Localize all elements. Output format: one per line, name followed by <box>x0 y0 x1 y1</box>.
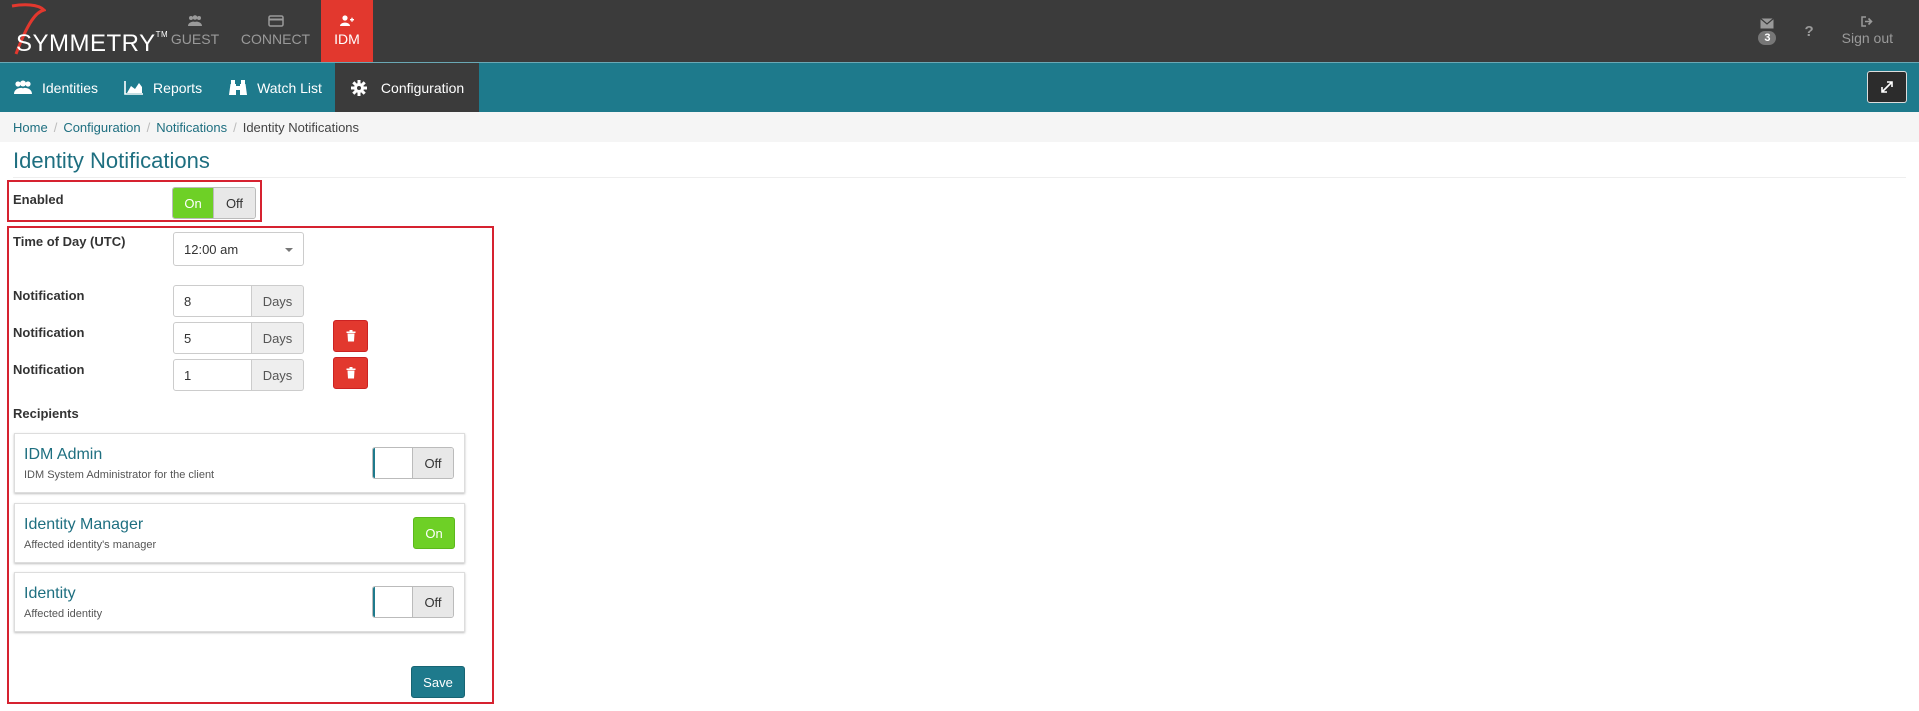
recipient-toggle-identity[interactable]: Off <box>372 586 454 618</box>
nav-connect-label: CONNECT <box>240 31 311 47</box>
notification-input-group: Days <box>173 322 304 354</box>
help-button[interactable]: ? <box>1790 0 1827 62</box>
notification-days-input[interactable] <box>173 359 252 391</box>
toggle-off[interactable]: Off <box>413 587 453 617</box>
toggle-blank[interactable] <box>373 587 413 617</box>
subnav-reports-label: Reports <box>153 79 203 96</box>
binoculars-icon <box>229 80 248 95</box>
recipient-name: IDM Admin <box>24 446 103 463</box>
envelope-icon <box>1760 17 1775 28</box>
section-nav: Identities Reports Watch List Configurat… <box>0 62 1919 112</box>
trash-icon <box>346 330 355 342</box>
delete-notification-button[interactable] <box>333 320 368 352</box>
time-of-day-label: Time of Day (UTC) <box>13 234 126 249</box>
area-chart-icon <box>124 81 144 95</box>
nav-guest-label: GUEST <box>170 31 220 47</box>
enabled-toggle[interactable]: On Off <box>172 187 256 219</box>
notification-days-input[interactable] <box>173 322 252 354</box>
recipients-label: Recipients <box>13 406 79 421</box>
recipient-card-identity: Identity Affected identity Off <box>14 572 465 632</box>
sign-out-icon <box>1861 16 1873 27</box>
gear-icon <box>350 79 367 96</box>
subnav-reports[interactable]: Reports <box>111 63 215 112</box>
card-icon <box>267 15 284 27</box>
expand-icon <box>1881 81 1893 93</box>
notification-days-input[interactable] <box>173 285 252 317</box>
breadcrumb-configuration[interactable]: Configuration <box>63 120 140 135</box>
messages-badge: 3 <box>1758 30 1777 45</box>
notification-input-group: Days <box>173 359 304 391</box>
top-bar: SYMMETRYTM GUEST CONNECT IDM 3 ? Sign ou… <box>0 0 1919 62</box>
nav-guest[interactable]: GUEST <box>160 0 230 62</box>
days-addon: Days <box>252 285 304 317</box>
notification-label: Notification <box>13 288 85 303</box>
messages-button[interactable]: 3 <box>1744 0 1790 62</box>
breadcrumb-notifications[interactable]: Notifications <box>156 120 227 135</box>
recipient-card-identity-manager: Identity Manager Affected identity's man… <box>14 503 465 563</box>
recipient-description: Affected identity's manager <box>24 539 157 551</box>
delete-notification-button[interactable] <box>333 357 368 389</box>
subnav-identities-label: Identities <box>42 79 99 96</box>
days-addon: Days <box>252 322 304 354</box>
notification-label: Notification <box>13 362 85 377</box>
breadcrumb-separator: / <box>146 119 151 135</box>
product-nav: GUEST CONNECT IDM <box>160 0 373 62</box>
recipient-card-idm-admin: IDM Admin IDM System Administrator for t… <box>14 433 465 493</box>
title-divider <box>13 177 1906 178</box>
nav-connect[interactable]: CONNECT <box>230 0 321 62</box>
user-add-icon <box>340 15 354 26</box>
subnav-watch-list-label: Watch List <box>257 79 322 96</box>
time-of-day-select[interactable]: 12:00 am <box>173 232 304 266</box>
recipient-name: Identity <box>24 585 76 602</box>
notification-label: Notification <box>13 325 85 340</box>
subnav-configuration[interactable]: Configuration <box>334 63 480 112</box>
time-of-day-value: 12:00 am <box>184 241 239 257</box>
recipient-toggle-idm-admin[interactable]: Off <box>372 447 454 479</box>
help-icon: ? <box>1804 22 1814 40</box>
symmetry-logo[interactable]: SYMMETRYTM <box>6 0 168 62</box>
toggle-off[interactable]: Off <box>413 448 453 478</box>
recipient-toggle-identity-manager[interactable]: On <box>413 517 455 549</box>
save-button[interactable]: Save <box>411 666 465 698</box>
recipient-name: Identity Manager <box>24 516 144 533</box>
sign-out-button[interactable]: Sign out <box>1828 0 1919 62</box>
toggle-blank[interactable] <box>373 448 413 478</box>
breadcrumb-separator: / <box>233 119 237 135</box>
trash-icon <box>346 367 355 379</box>
breadcrumb-current: Identity Notifications <box>242 119 360 135</box>
breadcrumb-home[interactable]: Home <box>13 120 48 135</box>
subnav-configuration-label: Configuration <box>380 79 465 96</box>
page-title: Identity Notifications <box>13 148 210 173</box>
users-icon <box>14 80 32 94</box>
enabled-label: Enabled <box>13 192 64 207</box>
notification-input-group: Days <box>173 285 304 317</box>
subnav-identities[interactable]: Identities <box>0 63 111 112</box>
nav-idm[interactable]: IDM <box>321 0 373 62</box>
nav-idm-label: IDM <box>334 31 360 47</box>
logo-text: SYMMETRYTM <box>16 30 169 57</box>
enabled-toggle-on[interactable]: On <box>173 188 213 218</box>
caret-down-icon <box>285 248 293 252</box>
days-addon: Days <box>252 359 304 391</box>
recipient-description: Affected identity <box>24 608 103 620</box>
subnav-watch-list[interactable]: Watch List <box>215 63 335 112</box>
breadcrumb-separator: / <box>53 119 58 135</box>
enabled-toggle-off[interactable]: Off <box>213 188 255 218</box>
breadcrumb: Home / Configuration / Notifications / I… <box>0 112 1919 142</box>
sign-out-label: Sign out <box>1841 30 1893 46</box>
top-right-tools: 3 ? Sign out <box>1744 0 1919 62</box>
guest-icon <box>188 15 202 26</box>
recipient-description: IDM System Administrator for the client <box>24 469 215 481</box>
fullscreen-button[interactable] <box>1867 71 1907 103</box>
